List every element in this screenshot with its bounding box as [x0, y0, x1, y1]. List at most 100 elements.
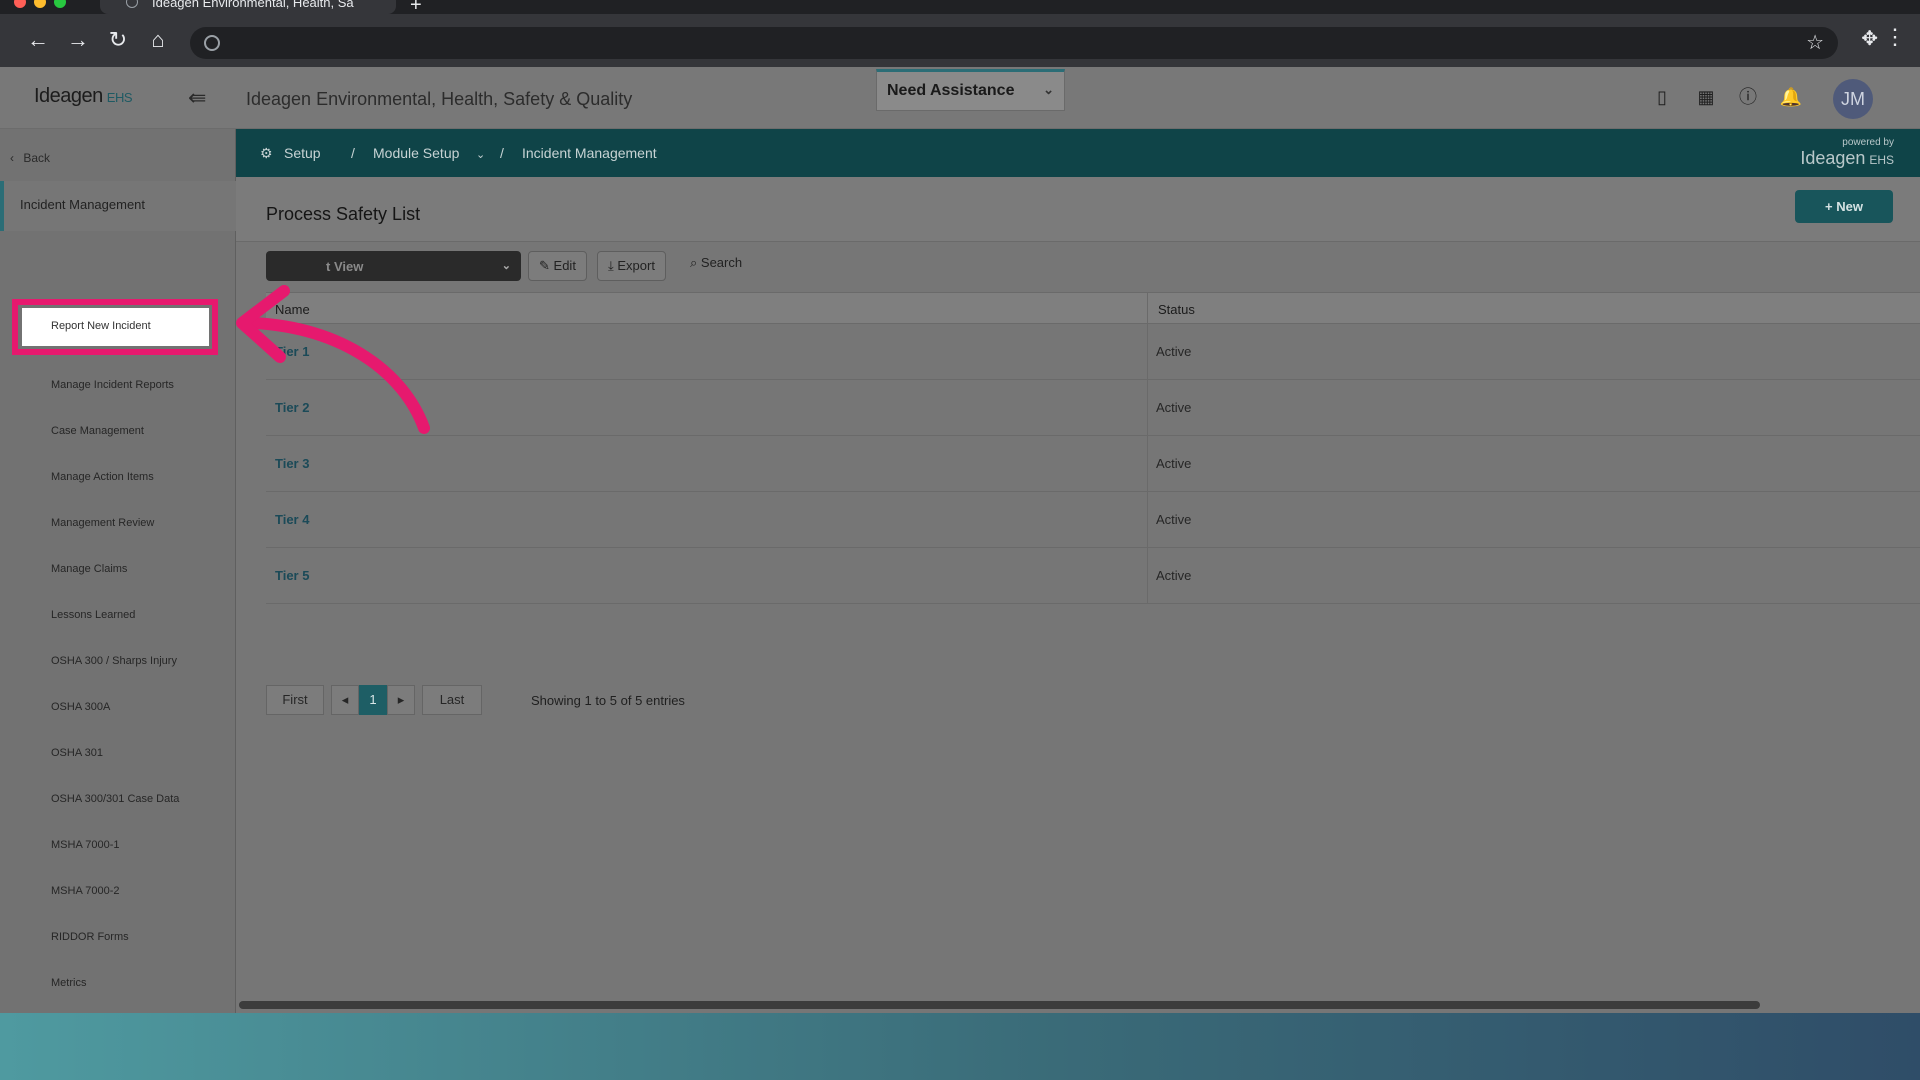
- powered-brand: Ideagen: [1800, 148, 1866, 168]
- need-assistance-dropdown[interactable]: Need Assistance ⌄: [876, 69, 1065, 111]
- minimize-window-icon[interactable]: [34, 0, 46, 8]
- home-icon[interactable]: ⌂: [144, 26, 172, 54]
- sidebar-item-osha-301[interactable]: OSHA 301: [51, 747, 103, 759]
- pointer-arrow-annotation: [236, 285, 430, 434]
- row-status: Active: [1156, 512, 1192, 527]
- row-name-link[interactable]: Tier 4: [275, 512, 309, 527]
- table-row[interactable]: Tier 4 Active: [266, 492, 1920, 548]
- new-button[interactable]: + New: [1795, 190, 1893, 223]
- mobile-icon[interactable]: ▯: [1650, 85, 1674, 109]
- export-label: Export: [617, 258, 655, 273]
- sidebar-item-case-management[interactable]: Case Management: [51, 425, 144, 437]
- column-divider: [1147, 548, 1148, 603]
- column-divider: [1147, 380, 1148, 435]
- edit-label: Edit: [553, 258, 576, 273]
- column-header-status[interactable]: Status: [1158, 302, 1195, 317]
- sidebar-item-msha-7000-1[interactable]: MSHA 7000-1: [51, 839, 119, 851]
- sidebar-item-riddor-forms[interactable]: RIDDOR Forms: [51, 931, 129, 943]
- browser-menu-icon[interactable]: ⋮: [1884, 24, 1906, 50]
- breadcrumb-separator: /: [351, 145, 355, 161]
- back-arrow-icon[interactable]: ←: [24, 26, 52, 54]
- pager-last-button[interactable]: Last: [422, 685, 482, 715]
- search-button[interactable]: ⌕ Search: [690, 255, 742, 271]
- highlight-annotation-box: [12, 299, 218, 355]
- breadcrumb-setup[interactable]: Setup: [284, 145, 321, 161]
- chevron-down-icon: ⌄: [501, 260, 511, 272]
- powered-brand-suffix: EHS: [1869, 153, 1894, 167]
- sidebar-item-osha-300a[interactable]: OSHA 300A: [51, 701, 110, 713]
- content-header: Process Safety List + New: [236, 177, 1920, 242]
- bell-icon[interactable]: 🔔: [1779, 85, 1803, 109]
- extensions-icon[interactable]: ✥: [1861, 26, 1878, 51]
- table-row[interactable]: Tier 1 Active: [266, 324, 1920, 380]
- sidebar-item-lessons-learned[interactable]: Lessons Learned: [51, 609, 135, 621]
- table-row[interactable]: Tier 3 Active: [266, 436, 1920, 492]
- row-status: Active: [1156, 400, 1192, 415]
- globe-icon: [126, 0, 138, 8]
- page-title: Process Safety List: [266, 204, 421, 224]
- export-button[interactable]: ⤓ Export: [597, 251, 666, 281]
- view-select[interactable]: t View ⌄: [266, 251, 521, 281]
- column-divider: [1147, 492, 1148, 547]
- row-name-link[interactable]: Tier 3: [275, 456, 309, 471]
- sidebar-item-management-review[interactable]: Management Review: [51, 517, 154, 529]
- maximize-window-icon[interactable]: [54, 0, 66, 8]
- bookmark-star-icon[interactable]: ☆: [1806, 30, 1824, 55]
- sidebar-item-manage-claims[interactable]: Manage Claims: [51, 563, 127, 575]
- table-row[interactable]: Tier 5 Active: [266, 548, 1920, 604]
- row-status: Active: [1156, 344, 1192, 359]
- sidebar-item-osha-300-sharps[interactable]: OSHA 300 / Sharps Injury: [51, 655, 177, 667]
- user-avatar[interactable]: JM: [1833, 79, 1873, 119]
- breadcrumb-separator: /: [500, 145, 504, 161]
- tab-title: Ideagen Environmental, Health, Sa: [152, 0, 354, 10]
- sidebar-item-manage-action-items[interactable]: Manage Action Items: [51, 471, 154, 483]
- search-label: Search: [700, 255, 743, 270]
- app-header: Ideagen EHS ⇚ Ideagen Environmental, Heal…: [0, 67, 1920, 129]
- pager-next-icon[interactable]: ▸: [387, 685, 415, 715]
- horizontal-scrollbar[interactable]: [239, 1001, 1760, 1009]
- column-divider: [1147, 293, 1148, 323]
- sidebar-item-msha-7000-2[interactable]: MSHA 7000-2: [51, 885, 119, 897]
- help-icon[interactable]: ⓘ: [1736, 85, 1760, 109]
- sidebar: ‹ Back Incident Management Report New In…: [0, 129, 236, 1013]
- gear-icon: ⚙: [260, 145, 273, 161]
- forward-arrow-icon[interactable]: →: [64, 26, 92, 54]
- chevron-down-icon[interactable]: ⌄: [476, 148, 485, 161]
- process-safety-table: Name Status Tier 1 Active Tier 2 Active …: [266, 292, 1920, 604]
- sidebar-item-osha-case-data[interactable]: OSHA 300/301 Case Data: [51, 793, 179, 805]
- breadcrumb-current: Incident Management: [522, 145, 657, 161]
- site-info-icon[interactable]: [204, 35, 220, 51]
- sidebar-item-manage-incident-reports[interactable]: Manage Incident Reports: [51, 379, 174, 391]
- row-name-link[interactable]: Tier 5: [275, 568, 309, 583]
- download-icon: ⤓: [608, 258, 614, 273]
- assist-label: Need Assistance: [887, 82, 1015, 99]
- reload-icon[interactable]: ↻: [104, 26, 132, 54]
- back-link[interactable]: ‹ Back: [10, 151, 50, 165]
- calendar-icon[interactable]: ▦: [1694, 85, 1718, 109]
- edit-button[interactable]: ✎ Edit: [528, 251, 587, 281]
- desktop-background: [0, 1013, 1920, 1080]
- back-label: Back: [23, 151, 51, 165]
- browser-tab[interactable]: Ideagen Environmental, Health, Sa: [100, 0, 396, 14]
- main-content: Process Safety List + New t View ⌄ ✎ Edi…: [236, 177, 1920, 1013]
- app-title: Ideagen Environmental, Health, Safety & …: [246, 89, 633, 109]
- breadcrumb: ⚙ Setup / Module Setup ⌄ / Incident Mana…: [236, 129, 1920, 177]
- section-label: Incident Management: [20, 197, 146, 212]
- column-divider: [1147, 436, 1148, 491]
- row-status: Active: [1156, 568, 1192, 583]
- powered-by-text: powered by: [1842, 137, 1894, 148]
- sidebar-section-incident-management[interactable]: Incident Management: [0, 181, 236, 231]
- table-row[interactable]: Tier 2 Active: [266, 380, 1920, 436]
- browser-tabbar: Ideagen Environmental, Health, Sa +: [0, 0, 1920, 16]
- pager-prev-icon[interactable]: ◂: [331, 685, 359, 715]
- ideagen-logo[interactable]: Ideagen EHS: [34, 85, 133, 108]
- close-window-icon[interactable]: [14, 0, 26, 8]
- address-bar[interactable]: ☆: [190, 27, 1838, 59]
- breadcrumb-module-setup[interactable]: Module Setup: [373, 145, 459, 161]
- collapse-sidebar-icon[interactable]: ⇚: [188, 85, 206, 111]
- pager-page-button[interactable]: 1: [359, 685, 387, 715]
- sidebar-item-metrics[interactable]: Metrics: [51, 977, 86, 989]
- pager-first-button[interactable]: First: [266, 685, 324, 715]
- new-button-label: New: [1836, 199, 1863, 214]
- plus-icon: +: [1825, 199, 1837, 214]
